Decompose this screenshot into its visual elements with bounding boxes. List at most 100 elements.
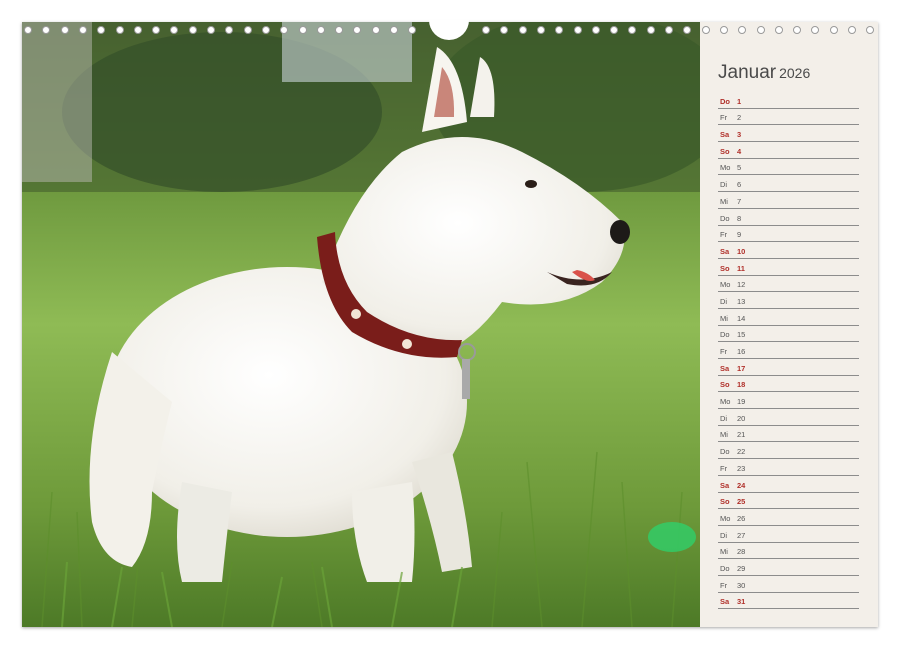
day-row: Sa 10 xyxy=(718,242,859,259)
day-row: Fr 23 xyxy=(718,459,859,476)
day-row: Mi 28 xyxy=(718,543,859,560)
calendar-page: Januar 2026 Do 1 Fr 2 Sa 3 So 4 Mo 5 Di 6 Mi 7 Do 8 Fr 9 Sa… xyxy=(22,22,878,627)
weekday-label: So xyxy=(720,263,730,273)
day-number: 24 xyxy=(737,480,746,490)
day-row: Di 20 xyxy=(718,409,859,426)
weekday-label: Mi xyxy=(720,196,728,206)
day-number: 10 xyxy=(737,246,746,256)
day-row: Fr 30 xyxy=(718,576,859,593)
weekday-label: So xyxy=(720,146,730,156)
weekday-label: Do xyxy=(720,330,730,340)
day-row: Sa 3 xyxy=(718,125,859,143)
day-row: Mo 26 xyxy=(718,509,859,526)
day-row: Do 15 xyxy=(718,326,859,343)
day-number: 31 xyxy=(737,597,746,607)
day-row: Do 22 xyxy=(718,442,859,460)
dog-photo xyxy=(22,22,700,627)
day-number: 17 xyxy=(737,363,746,373)
day-row: Sa 31 xyxy=(718,593,859,610)
day-number: 13 xyxy=(737,296,746,306)
weekday-label: Do xyxy=(720,96,730,106)
weekday-label: Fr xyxy=(720,347,728,356)
weekday-label: Fr xyxy=(720,580,728,590)
day-row: Di 6 xyxy=(718,175,859,193)
day-number: 8 xyxy=(737,213,742,223)
weekday-label: Sa xyxy=(720,363,730,373)
weekday-label: So xyxy=(720,497,730,507)
weekday-label: Di xyxy=(720,413,728,423)
day-number: 11 xyxy=(737,263,745,273)
day-row: Do 8 xyxy=(718,209,859,226)
day-row: Mi 7 xyxy=(718,192,859,209)
day-number: 7 xyxy=(737,196,742,206)
weekday-label: Mo xyxy=(720,397,731,407)
day-number: 15 xyxy=(737,330,746,340)
day-number: 16 xyxy=(737,347,746,356)
weekday-label: Sa xyxy=(720,480,730,490)
month-name: Januar xyxy=(718,62,777,83)
calendar-panel: Januar 2026 Do 1 Fr 2 Sa 3 So 4 Mo 5 Di 6 Mi 7 Do 8 Fr 9 Sa… xyxy=(700,22,878,627)
weekday-label: Mi xyxy=(720,430,728,440)
day-number: 18 xyxy=(737,380,746,390)
day-number: 20 xyxy=(737,413,746,423)
day-number: 29 xyxy=(737,563,746,573)
weekday-label: Do xyxy=(720,213,730,223)
weekday-label: Mo xyxy=(720,513,731,523)
day-number: 2 xyxy=(737,113,742,123)
day-number: 28 xyxy=(737,547,746,557)
day-list: Do 1 Fr 2 Sa 3 So 4 Mo 5 Di 6 Mi 7 Do 8 Fr 9 Sa 10 So 11 Mo 12 D… xyxy=(718,92,859,610)
day-number: 26 xyxy=(737,513,746,523)
day-row: Mi 21 xyxy=(718,426,859,443)
weekday-label: Do xyxy=(720,447,730,457)
day-row: Do 29 xyxy=(718,559,859,576)
year-label: 2026 xyxy=(779,65,811,81)
day-number: 12 xyxy=(737,280,746,290)
day-number: 25 xyxy=(737,497,746,507)
day-number: 9 xyxy=(737,230,742,240)
day-row: Di 13 xyxy=(718,292,859,309)
day-row: So 18 xyxy=(718,376,859,393)
weekday-label: Di xyxy=(720,530,728,540)
day-row: So 4 xyxy=(718,142,859,159)
day-number: 14 xyxy=(737,313,746,323)
day-row: Fr 9 xyxy=(718,226,859,243)
dog-illustration xyxy=(22,22,700,627)
weekday-label: Fr xyxy=(720,230,728,240)
day-number: 6 xyxy=(737,180,742,190)
month-heading: Januar 2026 xyxy=(718,62,810,84)
day-number: 27 xyxy=(737,530,746,540)
day-number: 5 xyxy=(737,163,742,173)
weekday-label: Fr xyxy=(720,113,728,123)
day-number: 3 xyxy=(737,130,742,140)
weekday-label: Mi xyxy=(720,313,728,323)
weekday-label: Mo xyxy=(720,280,731,290)
day-row: Mo 12 xyxy=(718,276,859,293)
day-row: Fr 16 xyxy=(718,342,859,359)
day-number: 23 xyxy=(737,463,746,473)
day-row: Mi 14 xyxy=(718,309,859,326)
weekday-label: Sa xyxy=(720,246,730,256)
weekday-label: Fr xyxy=(720,463,728,473)
day-row: Mo 19 xyxy=(718,392,859,410)
day-row: Di 27 xyxy=(718,526,859,543)
weekday-label: So xyxy=(720,380,730,390)
day-row: Sa 24 xyxy=(718,476,859,493)
day-number: 19 xyxy=(737,397,746,407)
weekday-label: Sa xyxy=(720,130,730,140)
day-row: Fr 2 xyxy=(718,109,859,126)
weekday-label: Do xyxy=(720,563,730,573)
day-row: Sa 17 xyxy=(718,359,859,376)
day-number: 30 xyxy=(737,580,746,590)
day-row: So 25 xyxy=(718,493,859,510)
weekday-label: Mo xyxy=(720,163,731,173)
day-row: So 11 xyxy=(718,259,859,276)
day-row: Do 1 xyxy=(718,92,859,109)
day-row: Mo 5 xyxy=(718,159,859,176)
weekday-label: Di xyxy=(720,180,728,190)
day-number: 21 xyxy=(737,430,746,440)
weekday-label: Di xyxy=(720,296,728,306)
day-number: 22 xyxy=(737,447,746,457)
weekday-label: Mi xyxy=(720,547,728,557)
day-number: 1 xyxy=(737,96,742,106)
weekday-label: Sa xyxy=(720,597,730,607)
